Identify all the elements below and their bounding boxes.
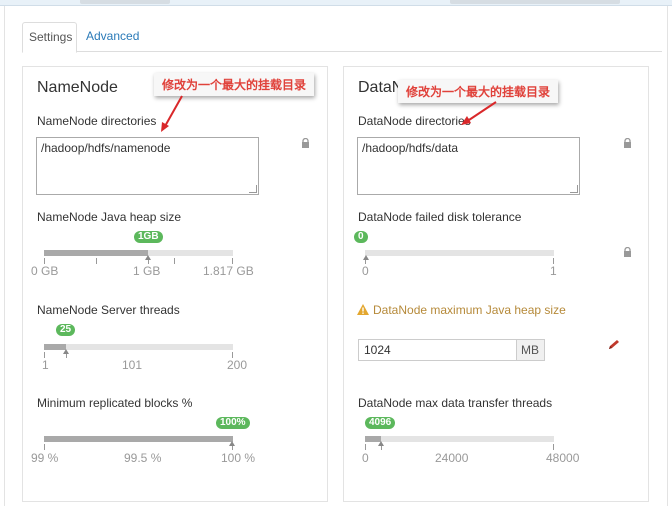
namenode-threads-slider[interactable] <box>44 344 233 358</box>
axis-mid: 24000 <box>435 451 469 465</box>
namenode-directories-label: NameNode directories <box>37 114 157 128</box>
slider-handle[interactable] <box>145 255 151 260</box>
top-control-edge <box>450 0 620 4</box>
axis-mid: 1 GB <box>133 264 161 278</box>
namenode-heap-label: NameNode Java heap size <box>37 210 182 224</box>
axis-mid: 101 <box>122 358 143 372</box>
axis-max: 200 <box>227 358 248 372</box>
axis-max: 48000 <box>546 451 580 465</box>
slider-tick <box>174 258 175 264</box>
min-replicated-label: Minimum replicated blocks % <box>37 396 193 410</box>
axis-max: 1 <box>550 264 557 278</box>
slider-handle[interactable] <box>63 349 69 354</box>
arrow-icon <box>161 95 183 132</box>
datanode-directories-label: DataNode directories <box>358 114 471 128</box>
namenode-title: NameNode <box>37 79 118 96</box>
slider-tick <box>553 444 554 450</box>
datanode-failed-disk-label: DataNode failed disk tolerance <box>358 210 522 224</box>
namenode-annotation: 修改为一个最大的挂载目录 <box>154 73 315 96</box>
tab-advanced[interactable]: Advanced <box>80 22 145 53</box>
lock-icon[interactable] <box>301 138 310 148</box>
namenode-threads-label: NameNode Server threads <box>37 303 180 317</box>
warning-icon <box>357 304 369 315</box>
axis-max: 100 % <box>221 451 256 465</box>
lock-icon[interactable] <box>623 247 632 257</box>
arrow-icon <box>461 101 497 125</box>
slider-fill <box>44 250 148 256</box>
min-replicated-slider[interactable] <box>44 436 235 450</box>
top-control-edge <box>80 0 170 4</box>
slider-tick <box>44 444 45 450</box>
axis-min: 0 <box>362 264 369 278</box>
datanode-heap-warning-label: DataNode maximum Java heap size <box>373 303 566 317</box>
axis-min: 1 <box>42 358 49 372</box>
slider-handle[interactable] <box>229 441 235 446</box>
datanode-failed-disk-slider[interactable] <box>363 250 554 264</box>
datanode-heap-unit: MB <box>517 339 545 361</box>
namenode-directories-input[interactable]: /hadoop/hdfs/namenode <box>36 137 259 195</box>
datanode-directories-input[interactable]: /hadoop/hdfs/data <box>357 137 580 195</box>
slider-handle[interactable] <box>363 255 369 260</box>
datanode-panel: DataNode DataNode directories /hadoop/hd… <box>343 66 649 502</box>
slider-tick <box>365 444 366 450</box>
slider-handle[interactable] <box>378 441 384 446</box>
datanode-heap-input[interactable]: 1024 <box>358 339 517 361</box>
datanode-transfer-threads-badge: 4096 <box>365 417 396 429</box>
datanode-transfer-threads-slider[interactable] <box>365 436 554 450</box>
resize-handle-icon[interactable] <box>249 185 257 193</box>
axis-min: 0 GB <box>31 264 59 278</box>
slider-tick <box>96 258 97 264</box>
datanode-directories-value: /hadoop/hdfs/data <box>362 141 459 155</box>
resize-handle-icon[interactable] <box>570 185 578 193</box>
namenode-threads-badge: 25 <box>56 324 76 336</box>
edit-pencil-icon[interactable] <box>607 339 621 351</box>
axis-min: 0 <box>362 451 369 465</box>
datanode-failed-disk-badge: 0 <box>354 231 368 243</box>
tab-settings[interactable]: Settings <box>22 22 77 53</box>
namenode-heap-slider[interactable] <box>44 250 233 264</box>
slider-fill <box>44 436 233 442</box>
lock-icon[interactable] <box>623 138 632 148</box>
namenode-directories-value: /hadoop/hdfs/namenode <box>41 141 171 155</box>
axis-min: 99 % <box>31 451 59 465</box>
min-replicated-badge: 100% <box>216 417 250 429</box>
axis-mid: 99.5 % <box>124 451 162 465</box>
config-tabs: Settings Advanced <box>22 22 662 53</box>
axis-max: 1.817 GB <box>203 264 254 278</box>
datanode-transfer-threads-label: DataNode max data transfer threads <box>358 396 553 410</box>
namenode-heap-badge: 1GB <box>134 231 163 243</box>
